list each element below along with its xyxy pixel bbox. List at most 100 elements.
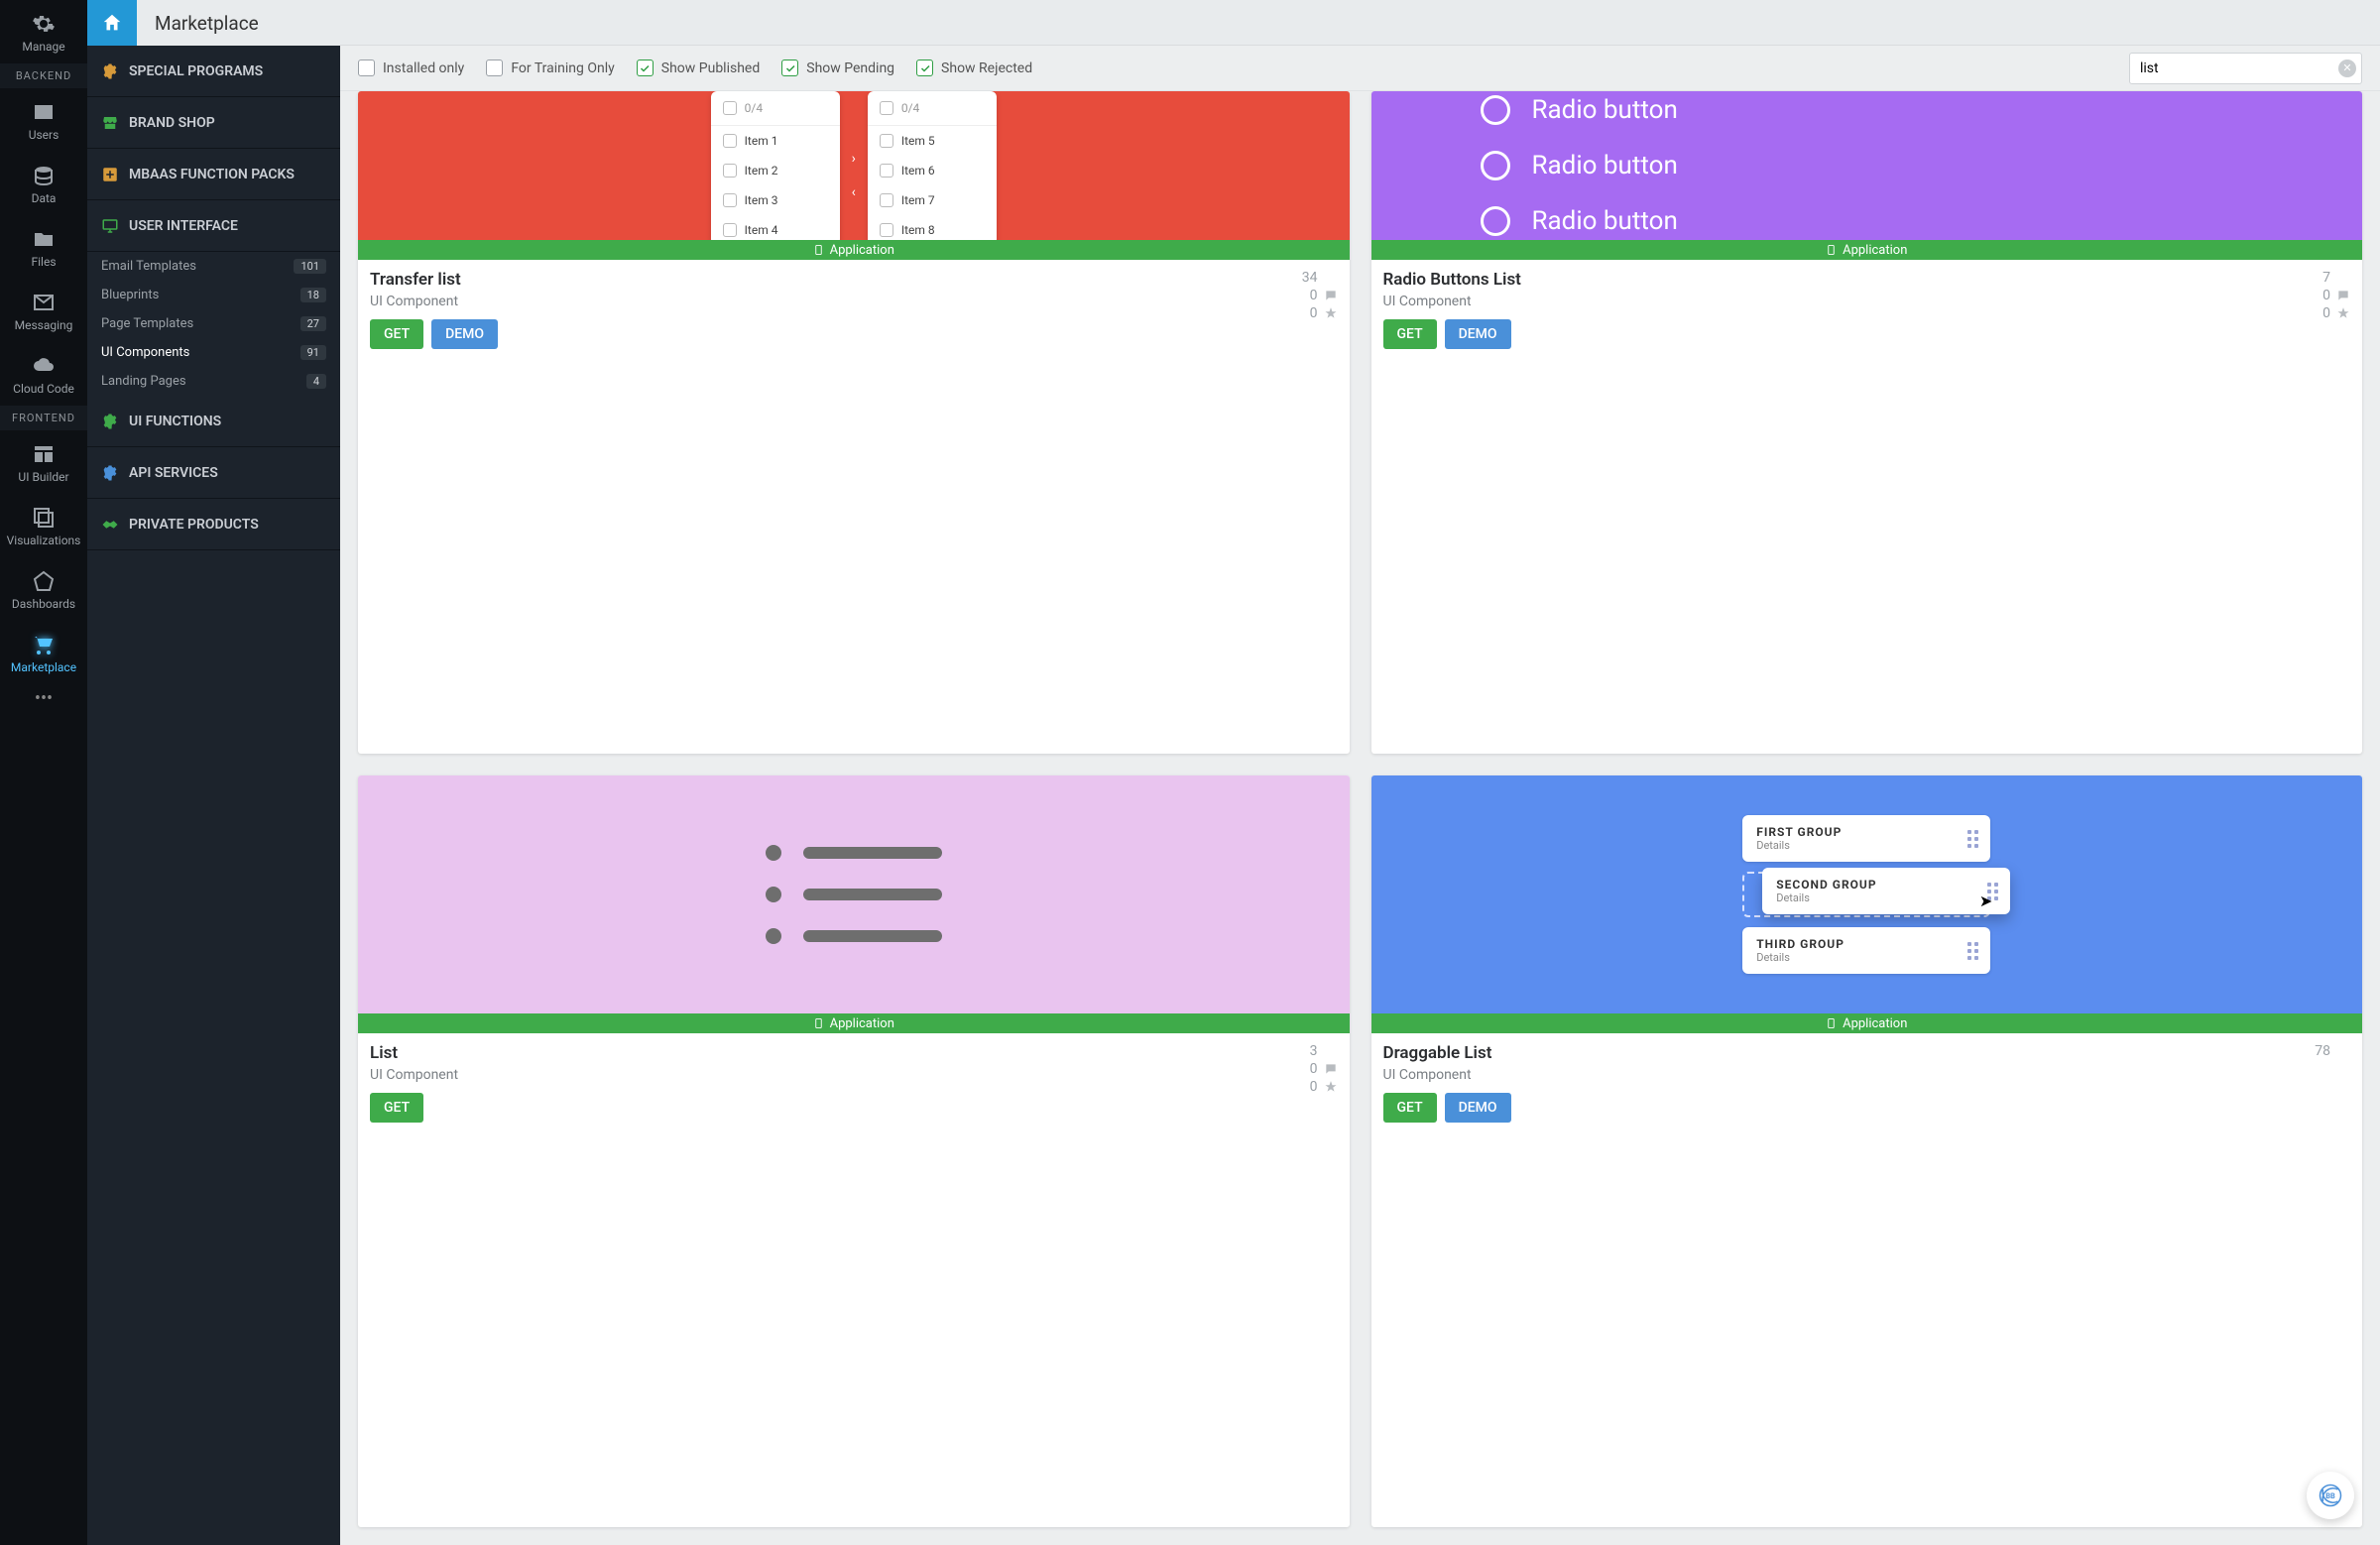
demo-button[interactable]: DEMO (1445, 1093, 1511, 1123)
card-title: List (370, 1043, 458, 1063)
card-list: Application List UI Component GET 300 (358, 775, 1350, 1527)
shop-icon (101, 114, 119, 132)
sidebar-item-landing[interactable]: Landing Pages4 (87, 367, 340, 396)
radio-icon (1481, 95, 1510, 125)
get-button[interactable]: GET (1383, 1093, 1437, 1123)
app-tag: Application (358, 240, 1350, 260)
card-stats: 78 (2315, 1043, 2350, 1123)
comment-icon (1324, 1062, 1338, 1076)
sidebar-cat-brand[interactable]: BRAND SHOP (87, 97, 340, 149)
card-stats: 300 (1310, 1043, 1338, 1123)
card-radio: Radio buttonRadio buttonRadio buttonAppl… (1371, 91, 2363, 754)
rail-dashboards[interactable]: Dashboards (0, 557, 87, 621)
count-badge: 4 (306, 374, 326, 389)
filter-installed[interactable]: Installed only (358, 59, 464, 76)
mobile-icon (813, 243, 824, 257)
rail-label: Manage (22, 40, 64, 54)
home-button[interactable] (87, 0, 137, 46)
filter-pending[interactable]: Show Pending (781, 59, 894, 76)
sidebar-cat-mbaas[interactable]: MBAAS FUNCTION PACKS (87, 149, 340, 200)
card-subtitle: UI Component (370, 1067, 458, 1083)
card-drag: FIRST GROUPDetails SECOND GROUPDetails➤ … (1371, 775, 2363, 1527)
rail-header-frontend: FRONTEND (0, 406, 87, 430)
chevron-right-icon: › (852, 151, 856, 167)
rail-users[interactable]: Users (0, 88, 87, 152)
card-title: Draggable List (1383, 1043, 1511, 1063)
card-title: Radio Buttons List (1383, 270, 1521, 290)
search-wrap: ✕ (2129, 53, 2362, 84)
rail-visualizations[interactable]: Visualizations (0, 494, 87, 557)
chevron-left-icon: ‹ (852, 184, 856, 200)
download-icon (1324, 271, 1338, 285)
filter-training[interactable]: For Training Only (486, 59, 614, 76)
rail-files[interactable]: Files (0, 215, 87, 279)
download-icon (2336, 271, 2350, 285)
sidebar-top: Marketplace (87, 0, 340, 46)
star-icon (1324, 1080, 1338, 1094)
search-input[interactable] (2129, 53, 2362, 84)
cursor-icon: ➤ (1979, 891, 1992, 910)
assistant-fab[interactable]: BB (2307, 1472, 2354, 1519)
demo-button[interactable]: DEMO (1445, 319, 1511, 349)
rail-marketplace[interactable]: Marketplace (0, 621, 87, 684)
card-subtitle: UI Component (1383, 1067, 1511, 1083)
search-clear-icon[interactable]: ✕ (2338, 59, 2356, 77)
filter-rejected[interactable]: Show Rejected (916, 59, 1032, 76)
sidebar-item-uicomp[interactable]: UI Components91 (87, 338, 340, 367)
card-grid: 0/4Item 1Item 2Item 3Item 4›‹0/4Item 5It… (340, 91, 2380, 1545)
sidebar-cat-special[interactable]: SPECIAL PROGRAMS (87, 46, 340, 97)
mobile-icon (1826, 243, 1837, 257)
handshake-icon (101, 516, 119, 534)
rail-header-backend: BACKEND (0, 63, 87, 88)
star-icon (1324, 306, 1338, 320)
sidebar: Marketplace SPECIAL PROGRAMSBRAND SHOPMB… (87, 0, 340, 1545)
card-stats: 3400 (1302, 270, 1338, 349)
sidebar-item-email[interactable]: Email Templates101 (87, 252, 340, 281)
comment-icon (1324, 289, 1338, 302)
card-title: Transfer list (370, 270, 498, 290)
monitor-icon (101, 217, 119, 235)
mobile-icon (813, 1016, 824, 1030)
download-icon (1324, 1044, 1338, 1058)
comment-icon (2336, 289, 2350, 302)
mobile-icon (1826, 1016, 1837, 1030)
nav-rail: Manage BACKEND Users Data Files Messagin… (0, 0, 87, 1545)
svg-text:BB: BB (2325, 1491, 2335, 1500)
rail-more[interactable]: ••• (35, 688, 53, 709)
app-tag: Application (1371, 1013, 2363, 1033)
filter-bar: Installed only For Training Only Show Pu… (340, 46, 2380, 91)
sidebar-cat-api[interactable]: API SERVICES (87, 447, 340, 499)
get-button[interactable]: GET (370, 1093, 423, 1123)
rail-data[interactable]: Data (0, 152, 87, 215)
count-badge: 101 (294, 259, 326, 274)
plus-icon (101, 166, 119, 183)
count-badge: 27 (300, 316, 326, 331)
gears-icon (101, 413, 119, 430)
app-tag: Application (1371, 240, 2363, 260)
sidebar-cat-private[interactable]: PRIVATE PRODUCTS (87, 499, 340, 550)
radio-icon (1481, 206, 1510, 236)
drag-handle-icon (1967, 942, 1978, 960)
card-subtitle: UI Component (370, 294, 498, 309)
download-icon (2336, 1044, 2350, 1058)
gears-icon (101, 464, 119, 482)
get-button[interactable]: GET (370, 319, 423, 349)
main: Installed only For Training Only Show Pu… (340, 0, 2380, 1545)
card-stats: 700 (2322, 270, 2350, 349)
demo-button[interactable]: DEMO (431, 319, 498, 349)
sidebar-item-blue[interactable]: Blueprints18 (87, 281, 340, 309)
count-badge: 91 (300, 345, 326, 360)
rail-manage[interactable]: Manage (0, 0, 87, 63)
rail-messaging[interactable]: Messaging (0, 279, 87, 342)
app-tag: Application (358, 1013, 1350, 1033)
gears-icon (101, 62, 119, 80)
rail-cloudcode[interactable]: Cloud Code (0, 342, 87, 406)
filter-published[interactable]: Show Published (637, 59, 760, 76)
star-icon (2336, 306, 2350, 320)
sidebar-cat-uifn[interactable]: UI FUNCTIONS (87, 396, 340, 447)
sidebar-item-pagetpl[interactable]: Page Templates27 (87, 309, 340, 338)
sidebar-cat-ui[interactable]: USER INTERFACE (87, 200, 340, 252)
drag-handle-icon (1967, 830, 1978, 848)
get-button[interactable]: GET (1383, 319, 1437, 349)
rail-uibuilder[interactable]: UI Builder (0, 430, 87, 494)
